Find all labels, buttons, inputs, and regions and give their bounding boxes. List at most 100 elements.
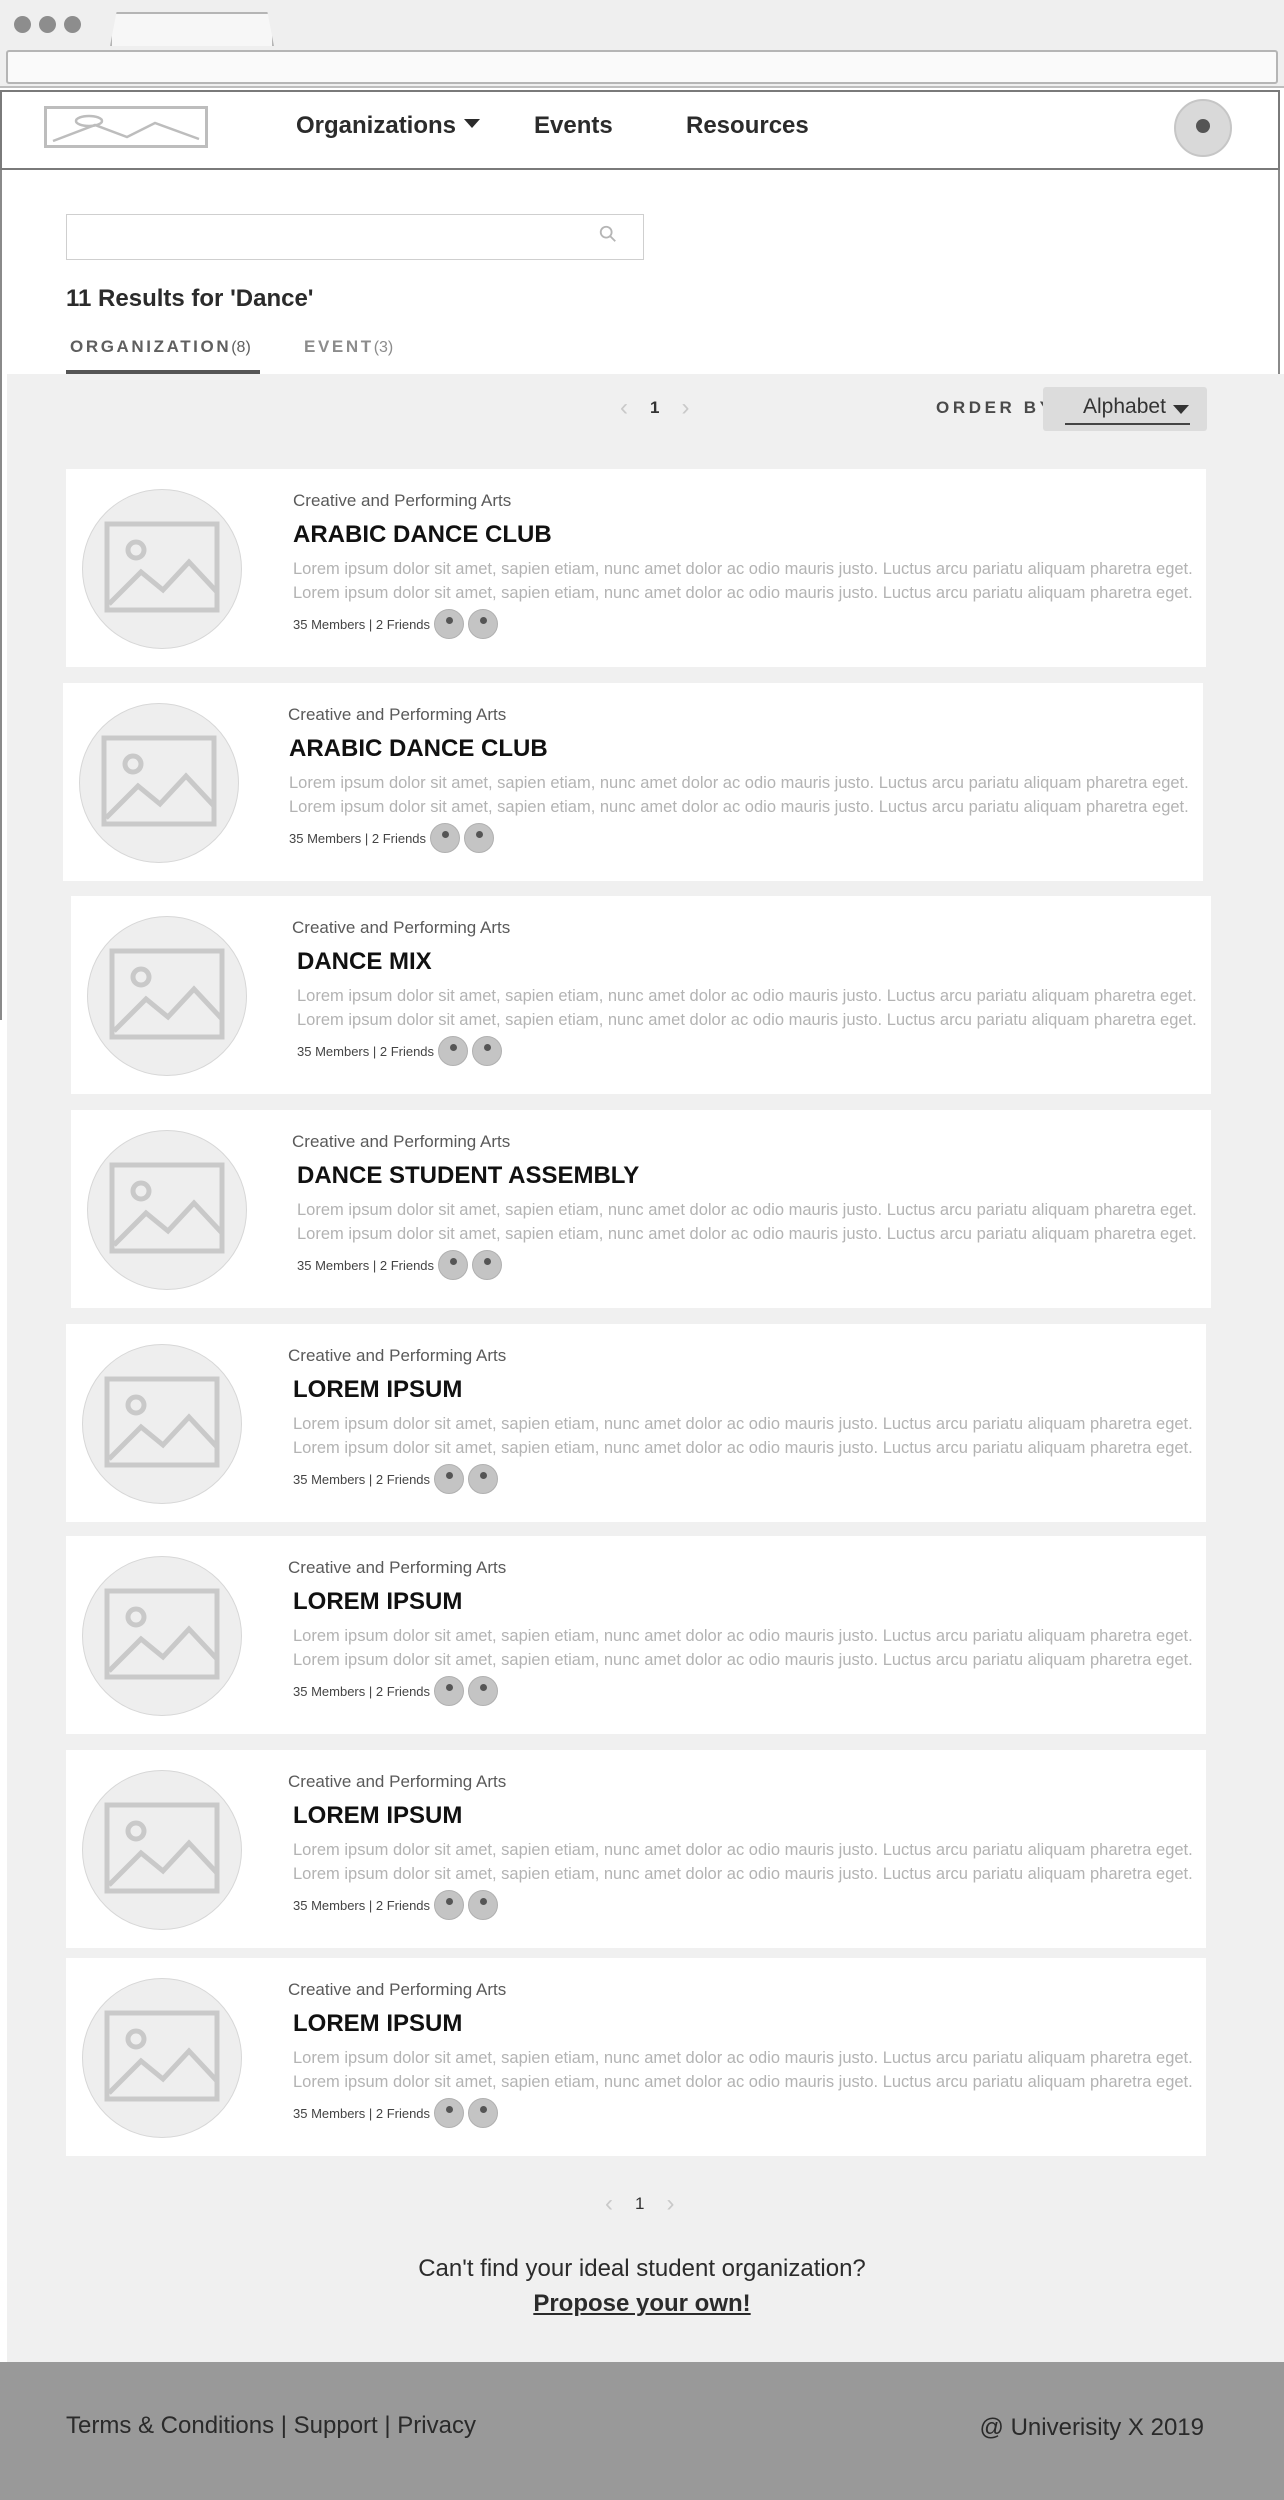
friend-avatar[interactable] [438, 1036, 469, 1066]
organization-card[interactable]: Creative and Performing Arts DANCE STUDE… [71, 1110, 1211, 1308]
friend-avatar[interactable] [430, 823, 461, 853]
site-navbar: Organizations Events Resources [0, 90, 1280, 170]
chevron-down-icon [464, 119, 481, 129]
organization-meta: 35 Members | 2 Friends [293, 2098, 499, 2128]
organization-title[interactable]: LOREM IPSUM [293, 1802, 462, 1830]
organization-card[interactable]: Creative and Performing Arts DANCE MIX L… [71, 896, 1211, 1094]
friend-avatar[interactable] [468, 609, 499, 639]
order-by-select[interactable]: Alphabet [1043, 387, 1207, 431]
footer-terms-link[interactable]: Terms & Conditions [66, 2412, 274, 2439]
organization-card[interactable]: Creative and Performing Arts LOREM IPSUM… [66, 1324, 1206, 1522]
tab-event[interactable]: EVENT(3) [304, 337, 393, 357]
organization-card[interactable]: Creative and Performing Arts LOREM IPSUM… [66, 1536, 1206, 1734]
organization-title[interactable]: LOREM IPSUM [293, 2010, 462, 2038]
friend-avatar[interactable] [438, 1250, 469, 1280]
organization-description: Lorem ipsum dolor sit amet, sapien etiam… [293, 557, 1193, 605]
footer-privacy-link[interactable]: Privacy [397, 2412, 476, 2439]
image-placeholder-icon [109, 1162, 225, 1254]
organization-card[interactable]: Creative and Performing Arts LOREM IPSUM… [66, 1958, 1206, 2156]
footer-separator: | [384, 2412, 391, 2439]
organization-description: Lorem ipsum dolor sit amet, sapien etiam… [293, 1412, 1193, 1460]
select-underline [1065, 423, 1190, 425]
friend-avatar[interactable] [464, 823, 495, 853]
organization-title[interactable]: ARABIC DANCE CLUB [289, 735, 548, 763]
results-title: 11 Results for 'Dance' [66, 285, 314, 312]
description-line: Lorem ipsum dolor sit amet, sapien etiam… [293, 560, 1193, 578]
organization-thumbnail [87, 1130, 247, 1290]
description-line: Lorem ipsum dolor sit amet, sapien etiam… [293, 1841, 1193, 1859]
close-window-icon[interactable] [14, 16, 31, 33]
logo-image-icon [47, 109, 205, 145]
organization-title[interactable]: DANCE MIX [297, 948, 432, 976]
organization-thumbnail [87, 916, 247, 1076]
organization-thumbnail [79, 703, 239, 863]
window-controls [14, 16, 81, 33]
friend-avatar[interactable] [468, 1890, 499, 1920]
minimize-window-icon[interactable] [39, 16, 56, 33]
organization-card[interactable]: Creative and Performing Arts LOREM IPSUM… [66, 1750, 1206, 1948]
friend-avatar[interactable] [434, 1676, 465, 1706]
search-input[interactable] [66, 214, 644, 260]
organization-title[interactable]: LOREM IPSUM [293, 1376, 462, 1404]
nav-resources[interactable]: Resources [686, 112, 809, 140]
members-friends-count: 35 Members | 2 Friends [293, 1471, 431, 1487]
organization-meta: 35 Members | 2 Friends [297, 1036, 503, 1066]
organization-meta: 35 Members | 2 Friends [293, 1890, 499, 1920]
organization-card[interactable]: Creative and Performing Arts ARABIC DANC… [66, 469, 1206, 667]
friend-avatar[interactable] [472, 1036, 503, 1066]
tab-organization[interactable]: ORGANIZATION(8) [70, 337, 251, 357]
nav-events[interactable]: Events [534, 112, 613, 140]
friend-avatar[interactable] [434, 1464, 465, 1494]
friend-avatar[interactable] [468, 1464, 499, 1494]
organization-meta: 35 Members | 2 Friends [297, 1250, 503, 1280]
nav-organizations[interactable]: Organizations [296, 112, 481, 140]
organization-title[interactable]: DANCE STUDENT ASSEMBLY [297, 1162, 639, 1190]
browser-tab[interactable] [110, 12, 274, 46]
address-bar[interactable] [6, 50, 1278, 84]
description-line: Lorem ipsum dolor sit amet, sapien etiam… [293, 1415, 1193, 1433]
friend-avatar[interactable] [434, 609, 465, 639]
user-avatar[interactable] [1174, 99, 1232, 157]
organization-thumbnail [82, 489, 242, 649]
site-logo[interactable] [44, 106, 208, 148]
friend-avatar[interactable] [434, 2098, 465, 2128]
next-page-icon[interactable]: › [666, 2192, 674, 2216]
image-placeholder-icon [104, 2010, 220, 2102]
friend-avatar[interactable] [468, 2098, 499, 2128]
organization-category: Creative and Performing Arts [293, 491, 512, 510]
tab-organization-count: (8) [231, 339, 251, 356]
friend-avatar[interactable] [434, 1890, 465, 1920]
friend-avatar[interactable] [472, 1250, 503, 1280]
organization-description: Lorem ipsum dolor sit amet, sapien etiam… [293, 1838, 1193, 1886]
organization-title[interactable]: LOREM IPSUM [293, 1588, 462, 1616]
organization-category: Creative and Performing Arts [288, 1558, 507, 1577]
friend-avatar[interactable] [468, 1676, 499, 1706]
organization-meta: 35 Members | 2 Friends [293, 1464, 499, 1494]
organization-card[interactable]: Creative and Performing Arts ARABIC DANC… [63, 683, 1203, 881]
organization-thumbnail [82, 1556, 242, 1716]
description-line: Lorem ipsum dolor sit amet, sapien etiam… [293, 1439, 1193, 1457]
prev-page-icon[interactable]: ‹ [620, 396, 628, 420]
organization-thumbnail [82, 1770, 242, 1930]
browser-window-chrome [0, 0, 1284, 88]
next-page-icon[interactable]: › [681, 396, 689, 420]
page-number[interactable]: 1 [650, 398, 659, 418]
members-friends-count: 35 Members | 2 Friends [293, 616, 431, 632]
propose-link[interactable]: Propose your own! [533, 2290, 750, 2317]
organization-description: Lorem ipsum dolor sit amet, sapien etiam… [297, 1198, 1197, 1246]
organization-meta: 35 Members | 2 Friends [289, 823, 495, 853]
image-placeholder-icon [104, 1802, 220, 1894]
organization-category: Creative and Performing Arts [288, 1980, 507, 1999]
footer-support-link[interactable]: Support [294, 2412, 378, 2439]
maximize-window-icon[interactable] [64, 16, 81, 33]
description-line: Lorem ipsum dolor sit amet, sapien etiam… [293, 1865, 1193, 1883]
user-icon [1196, 119, 1210, 133]
page-number[interactable]: 1 [635, 2194, 644, 2214]
organization-category: Creative and Performing Arts [292, 1132, 511, 1151]
prev-page-icon[interactable]: ‹ [605, 2192, 613, 2216]
image-placeholder-icon [101, 735, 217, 827]
search-icon[interactable] [598, 224, 618, 244]
description-line: Lorem ipsum dolor sit amet, sapien etiam… [297, 1201, 1197, 1219]
organization-category: Creative and Performing Arts [288, 1772, 507, 1791]
organization-title[interactable]: ARABIC DANCE CLUB [293, 521, 552, 549]
